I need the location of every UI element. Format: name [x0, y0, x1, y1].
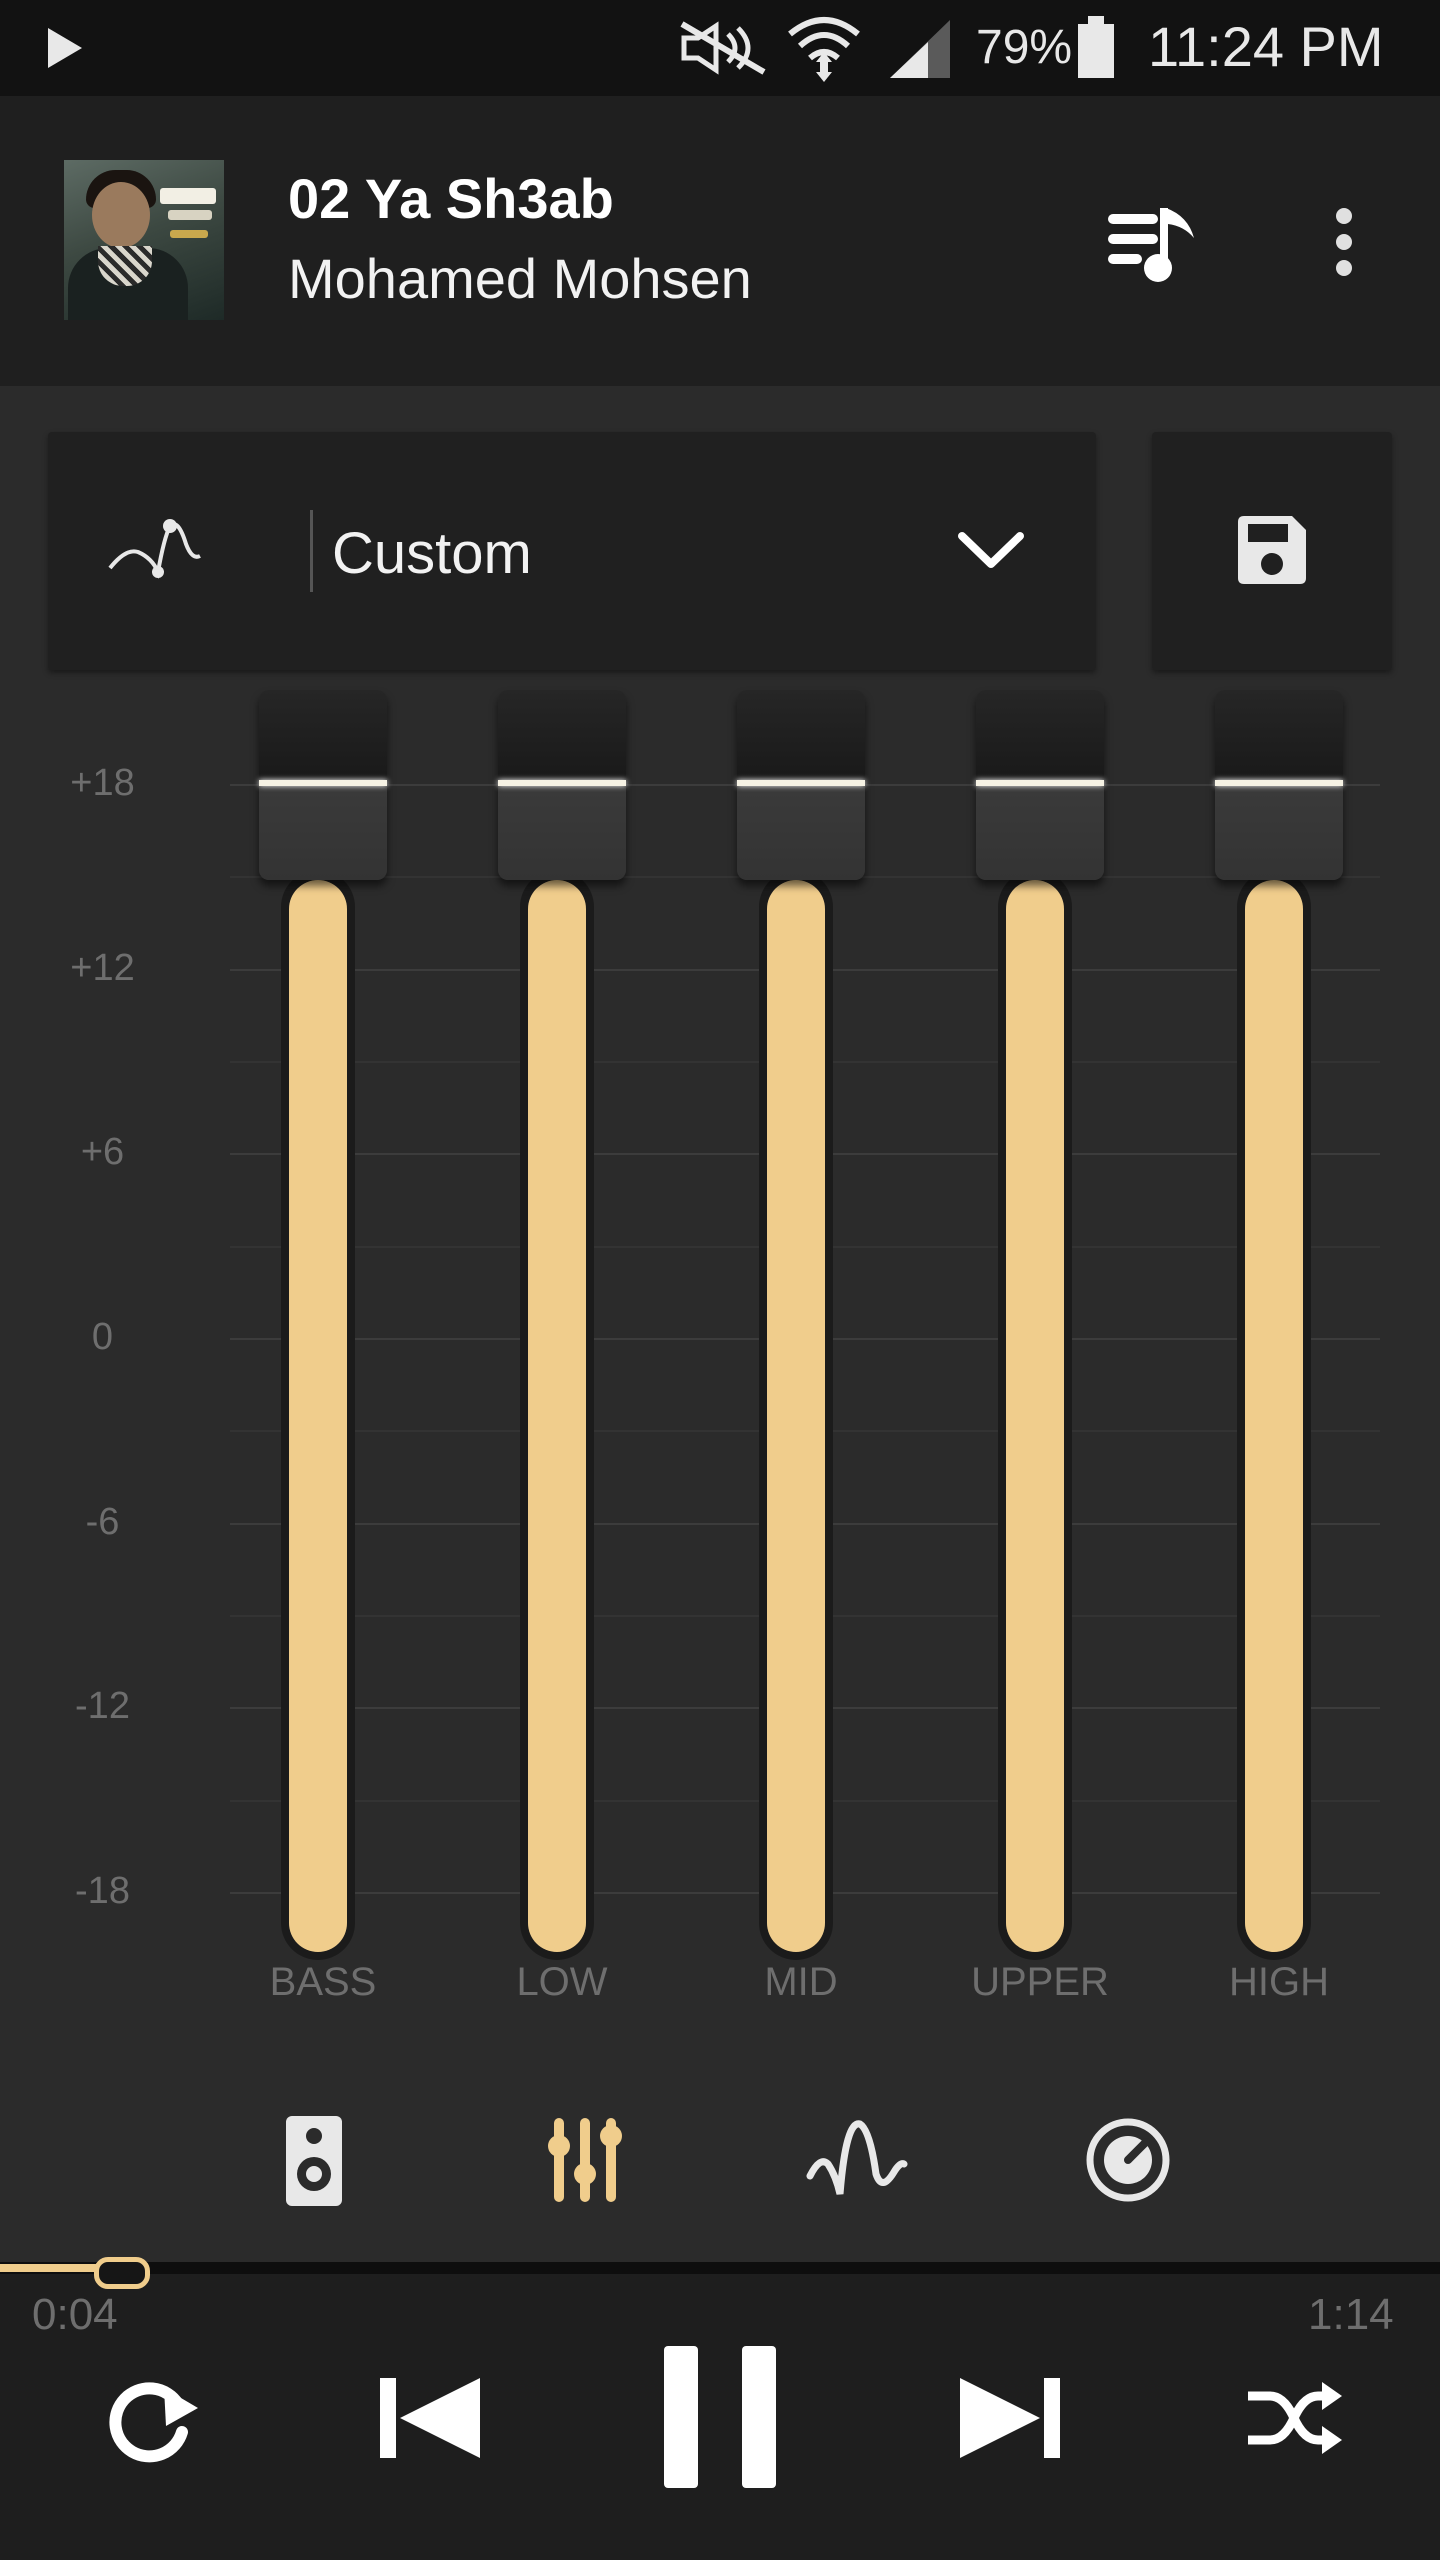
- more-vert-icon[interactable]: [1326, 204, 1362, 280]
- preset-label: Custom: [332, 521, 532, 586]
- band-label: UPPER: [971, 1960, 1109, 2004]
- slider-fill: [528, 880, 586, 1952]
- band-label: MID: [764, 1960, 838, 2004]
- slider-fill: [1245, 880, 1303, 1952]
- progress-track[interactable]: [0, 2262, 1440, 2274]
- slider-fill: [289, 880, 347, 1952]
- knob-indicator: [1215, 780, 1343, 786]
- knob-indicator: [737, 780, 865, 786]
- slider-knob[interactable]: [1215, 690, 1343, 880]
- slider-knob[interactable]: [498, 690, 626, 880]
- tab-speaker[interactable]: [258, 2110, 368, 2210]
- wifi-icon: [788, 17, 860, 82]
- knob-indicator: [976, 780, 1104, 786]
- save-preset-button[interactable]: [1152, 432, 1392, 670]
- preset-divider: [310, 510, 313, 592]
- next-icon[interactable]: [956, 2374, 1064, 2462]
- eq-band-upper[interactable]: UPPER: [920, 690, 1160, 2030]
- album-art[interactable]: [64, 160, 224, 320]
- eq-band-mid[interactable]: MID: [681, 690, 921, 2030]
- equalizer-icon: [548, 2118, 622, 2202]
- signal-icon: [890, 20, 950, 78]
- eq-band-low[interactable]: LOW: [442, 690, 682, 2030]
- knob-icon: [1086, 2118, 1170, 2202]
- wave-icon: [806, 2120, 908, 2195]
- battery-percent: 79%: [976, 21, 1073, 74]
- db-label: -12: [75, 1685, 130, 1728]
- progress-fill: [0, 2264, 96, 2272]
- preset-selector[interactable]: Custom: [48, 432, 1096, 670]
- db-label: +18: [70, 762, 135, 804]
- queue-music-icon[interactable]: [1104, 204, 1204, 288]
- knob-indicator: [259, 780, 387, 786]
- tab-wave[interactable]: [802, 2110, 912, 2210]
- tab-equalizer[interactable]: [530, 2110, 640, 2210]
- song-title: 02 Ya Sh3ab: [288, 167, 614, 230]
- eq-band-high[interactable]: HIGH: [1159, 690, 1399, 2030]
- slider-knob[interactable]: [259, 690, 387, 880]
- slider-fill: [767, 880, 825, 1952]
- current-time: 0:04: [32, 2290, 118, 2339]
- band-label: LOW: [516, 1960, 608, 2004]
- chevron-down-icon[interactable]: [956, 528, 1026, 572]
- preset-wave-icon: [108, 519, 201, 579]
- db-label: +6: [80, 1131, 125, 1174]
- shuffle-icon[interactable]: [1244, 2376, 1344, 2460]
- speaker-icon: [286, 2116, 342, 2206]
- tab-knob[interactable]: [1074, 2110, 1184, 2210]
- total-time: 1:14: [1308, 2290, 1394, 2339]
- progress-thumb[interactable]: [94, 2257, 150, 2289]
- battery-icon: [1078, 16, 1114, 78]
- eq-band-bass[interactable]: BASS: [203, 690, 443, 2030]
- band-label: BASS: [269, 1960, 377, 2004]
- mute-icon: [680, 21, 766, 75]
- artist-name: Mohamed Mohsen: [288, 247, 752, 310]
- pause-icon[interactable]: [662, 2344, 778, 2490]
- knob-indicator: [498, 780, 626, 786]
- slider-knob[interactable]: [976, 690, 1104, 880]
- save-icon: [1238, 516, 1306, 584]
- status-time: 11:24 PM: [1148, 15, 1384, 78]
- db-label: +12: [70, 946, 135, 989]
- now-playing-header: 02 Ya Sh3ab Mohamed Mohsen: [0, 96, 1440, 386]
- db-label: -6: [85, 1500, 120, 1543]
- status-bar: 79% 11:24 PM: [0, 0, 1440, 96]
- slider-knob[interactable]: [737, 690, 865, 880]
- play-icon: [48, 28, 82, 68]
- repeat-icon[interactable]: [96, 2370, 206, 2470]
- db-label: -18: [75, 1870, 130, 1912]
- slider-fill: [1006, 880, 1064, 1952]
- previous-icon[interactable]: [376, 2374, 484, 2462]
- band-label: HIGH: [1229, 1960, 1329, 2004]
- db-label: 0: [91, 1316, 114, 1358]
